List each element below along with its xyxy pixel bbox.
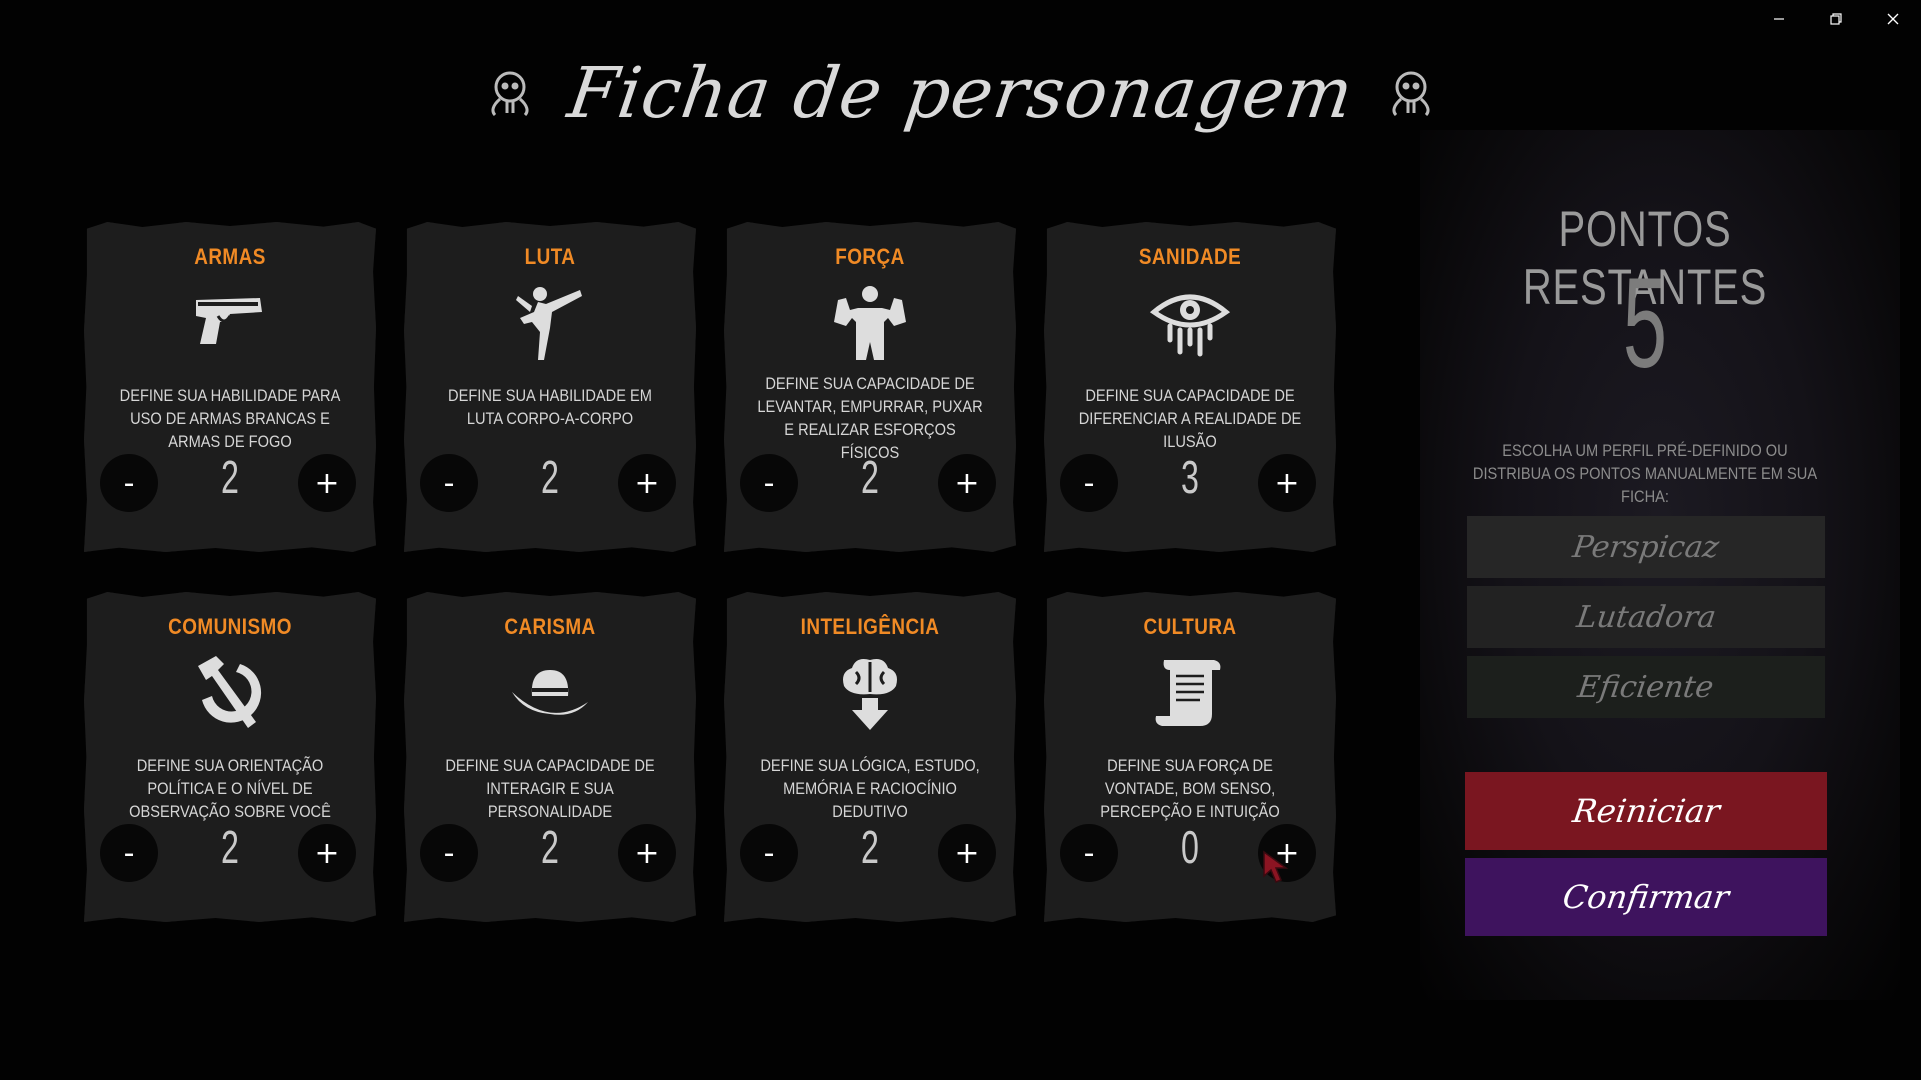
- decrease-button[interactable]: -: [740, 824, 798, 882]
- close-icon: [1887, 13, 1898, 25]
- attribute-card-cultura: CULTURA DEFINE SUA FORÇA DE VONTADE, BOM…: [1044, 592, 1336, 922]
- confirm-button[interactable]: Confirmar: [1465, 858, 1827, 936]
- attribute-value: 2: [541, 451, 559, 503]
- increase-button[interactable]: +: [938, 824, 996, 882]
- decrease-button[interactable]: -: [100, 824, 158, 882]
- attribute-value: 2: [861, 821, 879, 873]
- bleeding-eye-icon: [1150, 294, 1230, 357]
- attribute-card-forca: FORÇA DEFINE SUA CAPACIDADE DE LEVANTAR,…: [724, 222, 1016, 552]
- attribute-name: INTELIGÊNCIA: [800, 614, 940, 639]
- attribute-description: DEFINE SUA ORIENTAÇÃO POLÍTICA E O NÍVEL…: [129, 756, 331, 821]
- attribute-value: 2: [541, 821, 559, 873]
- minimize-button[interactable]: [1750, 0, 1807, 38]
- decrease-button[interactable]: -: [420, 824, 478, 882]
- fighter-kick-icon: [516, 287, 582, 360]
- decrease-button[interactable]: -: [1060, 454, 1118, 512]
- attribute-description: DEFINE SUA CAPACIDADE DE DIFERENCIAR A R…: [1078, 386, 1302, 451]
- hammer-sickle-icon: [198, 656, 262, 728]
- fedora-hat-icon: [512, 670, 588, 715]
- reset-label: Reiniciar: [1570, 792, 1722, 830]
- attribute-description: DEFINE SUA FORÇA DE VONTADE, BOM SENSO, …: [1100, 756, 1280, 821]
- attribute-value: 2: [221, 821, 239, 873]
- attribute-name: COMUNISMO: [168, 614, 292, 639]
- flexing-muscles-icon: [834, 286, 906, 360]
- attribute-card-sanidade: SANIDADE DEFINE SUA CAPACIDADE DE DIFERE…: [1044, 222, 1336, 552]
- page-title: Ficha de personagem: [562, 52, 1359, 134]
- attribute-name: CULTURA: [1143, 614, 1237, 639]
- profile-label: Eficiente: [1575, 669, 1717, 705]
- decrease-button[interactable]: -: [740, 454, 798, 512]
- attribute-card-inteligencia: INTELIGÊNCIA DEFINE SUA LÓGICA, ESTUDO, …: [724, 592, 1016, 922]
- header: Ficha de personagem: [0, 52, 1921, 134]
- restore-icon: [1829, 13, 1842, 25]
- increase-button[interactable]: +: [1258, 454, 1316, 512]
- profile-button-lutadora[interactable]: Lutadora: [1467, 586, 1825, 648]
- attribute-name: SANIDADE: [1138, 244, 1242, 269]
- attribute-value: 0: [1181, 821, 1199, 873]
- attribute-name: CARISMA: [504, 614, 596, 639]
- attribute-name: FORÇA: [835, 244, 905, 269]
- points-instructions: ESCOLHA UM PERFIL PRÉ-DEFINIDO OU DISTRI…: [1472, 441, 1818, 506]
- profile-label: Perspicaz: [1570, 529, 1722, 565]
- brain-download-icon: [843, 659, 897, 730]
- pistol-icon: [196, 298, 262, 344]
- profile-label: Lutadora: [1574, 599, 1718, 635]
- attribute-description: DEFINE SUA CAPACIDADE DE INTERAGIR E SUA…: [445, 756, 655, 821]
- decrease-button[interactable]: -: [1060, 824, 1118, 882]
- attribute-description: DEFINE SUA LÓGICA, ESTUDO, MEMÓRIA E RAC…: [760, 756, 980, 821]
- confirm-label: Confirmar: [1560, 878, 1732, 916]
- increase-button[interactable]: +: [618, 824, 676, 882]
- decrease-button[interactable]: -: [420, 454, 478, 512]
- attribute-value: 3: [1181, 451, 1199, 503]
- mouse-cursor-icon: [1263, 850, 1289, 883]
- increase-button[interactable]: +: [938, 454, 996, 512]
- skull-ornament-icon: [1392, 71, 1430, 117]
- minimize-icon: [1773, 18, 1784, 20]
- attribute-description: DEFINE SUA HABILIDADE PARA USO DE ARMAS …: [119, 386, 341, 451]
- attribute-card-carisma: CARISMA DEFINE SUA CAPACIDADE DE INTERAG…: [404, 592, 696, 922]
- attribute-value: 2: [861, 451, 879, 503]
- skull-ornament-icon: [491, 71, 529, 117]
- increase-button[interactable]: +: [298, 824, 356, 882]
- close-button[interactable]: [1864, 0, 1921, 38]
- increase-button[interactable]: +: [298, 454, 356, 512]
- decrease-button[interactable]: -: [100, 454, 158, 512]
- increase-button[interactable]: +: [618, 454, 676, 512]
- attribute-name: LUTA: [524, 244, 576, 269]
- profile-button-perspicaz[interactable]: Perspicaz: [1467, 516, 1825, 578]
- attribute-card-luta: LUTA DEFINE SUA HABILIDADE EM LUTA CORPO…: [404, 222, 696, 552]
- reset-button[interactable]: Reiniciar: [1465, 772, 1827, 850]
- points-remaining-value: 5: [1622, 252, 1668, 395]
- scroll-icon: [1155, 660, 1221, 726]
- attribute-card-comunismo: COMUNISMO DEFINE SUA ORIENTAÇÃO POLÍTICA…: [84, 592, 376, 922]
- window-controls: [1750, 0, 1921, 38]
- profile-button-eficiente[interactable]: Eficiente: [1467, 656, 1825, 718]
- attribute-card-armas: ARMAS DEFINE SUA HABILIDADE PARA USO DE …: [84, 222, 376, 552]
- attribute-value: 2: [221, 451, 239, 503]
- attribute-description: DEFINE SUA HABILIDADE EM LUTA CORPO-A-CO…: [448, 386, 652, 428]
- attribute-name: ARMAS: [194, 244, 266, 269]
- restore-button[interactable]: [1807, 0, 1864, 38]
